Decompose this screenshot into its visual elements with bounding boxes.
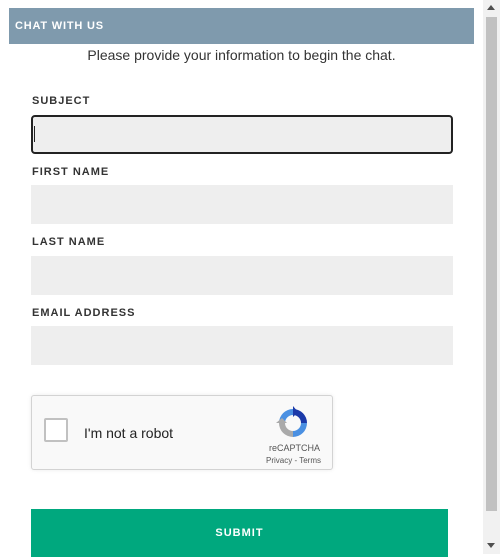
chat-title: CHAT WITH US [15,20,104,32]
recaptcha-checkbox[interactable] [44,418,68,442]
last-name-input[interactable] [31,256,453,295]
email-input[interactable] [31,326,453,365]
recaptcha-logo-icon [276,406,307,437]
first-name-label: FIRST NAME [32,166,110,178]
recaptcha-privacy-link[interactable]: Privacy [266,456,292,465]
first-name-input[interactable] [31,185,453,224]
recaptcha-terms-link[interactable]: Terms [299,456,321,465]
chat-header: CHAT WITH US [9,8,474,44]
scroll-thumb[interactable] [486,17,497,511]
subject-label: SUBJECT [32,95,91,107]
intro-text: Please provide your information to begin… [87,47,396,63]
recaptcha-widget: I'm not a robot reCAPTCHA Privacy - Term… [31,395,333,470]
scroll-down-arrow-icon[interactable] [487,543,495,548]
subject-input[interactable] [31,115,453,154]
recaptcha-links: Privacy - Terms [266,456,321,465]
scrollbar[interactable] [483,0,500,554]
recaptcha-label: I'm not a robot [84,425,174,441]
last-name-label: LAST NAME [32,236,106,248]
email-label: EMAIL ADDRESS [32,307,136,319]
submit-button[interactable]: SUBMIT [31,509,448,557]
recaptcha-brand: reCAPTCHA [268,443,320,453]
text-caret [34,126,35,142]
scroll-up-arrow-icon[interactable] [487,5,495,10]
